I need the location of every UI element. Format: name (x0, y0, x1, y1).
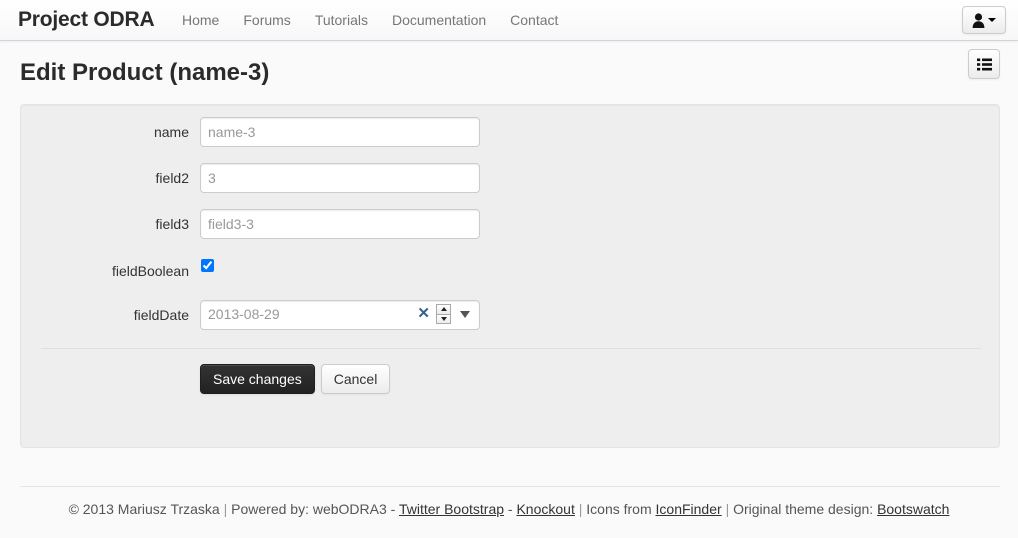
page-header: Edit Product (name-3) (0, 41, 1018, 103)
list-icon (976, 58, 992, 70)
triangle-up-icon (440, 307, 447, 312)
footer-link-knockout[interactable]: Knockout (516, 501, 574, 517)
fielddate-dropdown-caret-icon[interactable] (460, 311, 470, 318)
nav-item-home[interactable]: Home (182, 0, 231, 40)
label-name: name (153, 124, 189, 140)
form-row-fielddate: fieldDate 2013-08-29 ✕ (21, 300, 999, 330)
form-actions: Save changes Cancel (200, 364, 391, 394)
footer-powered-by: Powered by: webODRA3 - (231, 501, 396, 517)
footer-separator-2: | (578, 501, 583, 517)
nav-item-contact[interactable]: Contact (498, 0, 570, 40)
cancel-button[interactable]: Cancel (320, 364, 391, 394)
page-footer: © 2013 Mariusz Trzaska | Powered by: web… (0, 498, 1018, 520)
main-navigation: Home Forums Tutorials Documentation Cont… (182, 0, 570, 40)
footer-divider (20, 486, 1000, 487)
footer-link-bootswatch[interactable]: Bootswatch (877, 501, 949, 517)
fieldboolean-checkbox[interactable] (201, 259, 214, 272)
product-list-button[interactable] (968, 49, 1000, 79)
top-navbar: Project ODRA Home Forums Tutorials Docum… (0, 0, 1018, 41)
footer-separator-3: | (725, 501, 730, 517)
save-changes-button[interactable]: Save changes (200, 364, 315, 394)
footer-copyright: © 2013 Mariusz Trzaska (68, 501, 220, 517)
triangle-down-icon (440, 316, 447, 321)
brand-logo[interactable]: Project ODRA (18, 6, 155, 34)
footer-theme-design: Original theme design: (733, 501, 874, 517)
spinner-icon[interactable] (436, 304, 451, 324)
nav-item-tutorials[interactable]: Tutorials (303, 0, 380, 40)
field2-input[interactable] (200, 163, 480, 193)
footer-link-iconfinder[interactable]: IconFinder (656, 501, 722, 517)
form-row-name: name (21, 117, 999, 147)
nav-item-forums[interactable]: Forums (231, 0, 302, 40)
label-field2: field2 (155, 170, 189, 186)
form-row-fieldboolean: fieldBoolean (21, 256, 999, 286)
clear-x-icon[interactable]: ✕ (417, 306, 430, 322)
user-icon (972, 12, 985, 28)
name-input[interactable] (200, 117, 480, 147)
spinner-up-button[interactable] (436, 304, 451, 315)
spinner-down-button[interactable] (436, 314, 451, 324)
footer-separator-1: | (223, 501, 228, 517)
edit-product-form-panel: name field2 field3 fieldBoolean fieldDat… (20, 104, 1000, 448)
label-fielddate: fieldDate (133, 307, 189, 323)
user-menu-button[interactable] (962, 6, 1006, 34)
chevron-down-icon (988, 18, 996, 22)
nav-item-documentation[interactable]: Documentation (380, 0, 498, 40)
fielddate-value: 2013-08-29 (208, 306, 280, 322)
footer-link-twitter-bootstrap[interactable]: Twitter Bootstrap (399, 501, 504, 517)
fielddate-widget[interactable]: 2013-08-29 ✕ (200, 300, 480, 330)
form-row-field3: field3 (21, 209, 999, 239)
page-title: Edit Product (name-3) (20, 59, 270, 86)
footer-dash-1: - (507, 501, 513, 517)
field3-input[interactable] (200, 209, 480, 239)
label-field3: field3 (155, 216, 189, 232)
form-divider (41, 348, 981, 349)
form-row-field2: field2 (21, 163, 999, 193)
label-fieldboolean: fieldBoolean (111, 263, 189, 279)
footer-icons-from: Icons from (586, 501, 652, 517)
